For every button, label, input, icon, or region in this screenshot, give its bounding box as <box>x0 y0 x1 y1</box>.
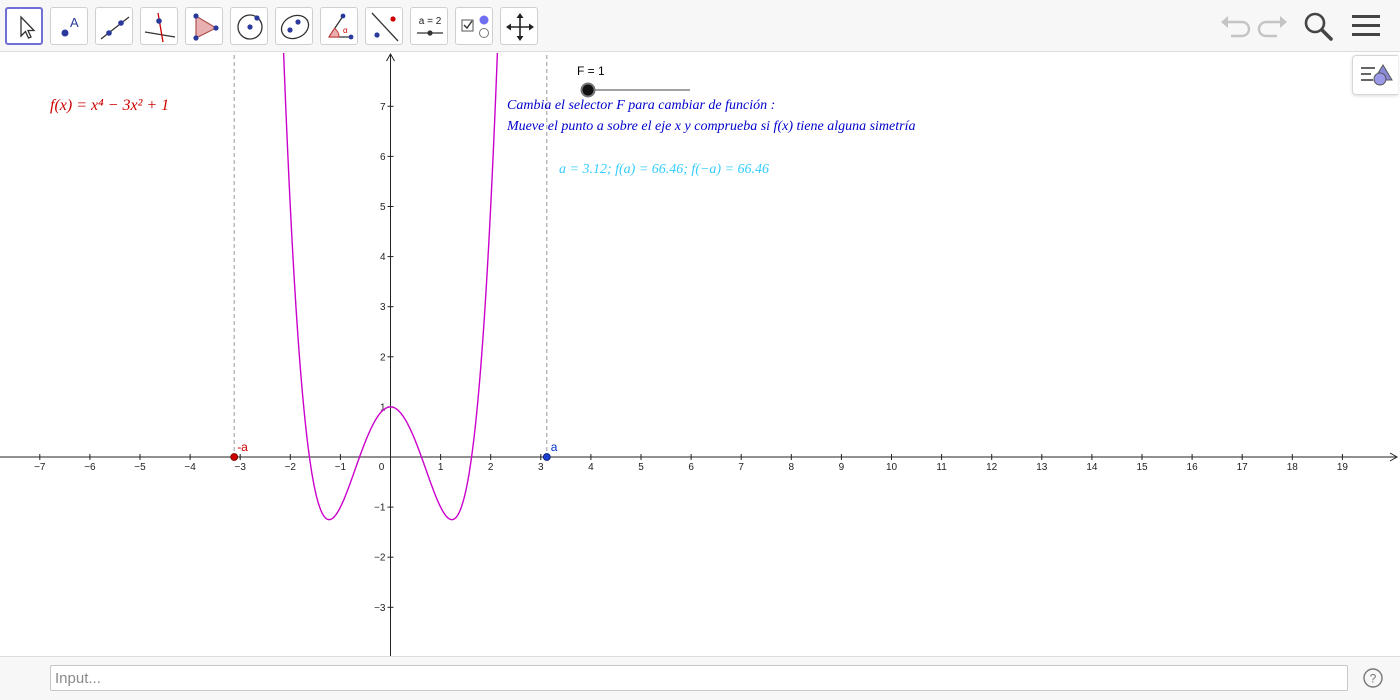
x-tick-label: −3 <box>234 462 246 473</box>
instruction-line-2: Mueve el punto a sobre el eje x y compru… <box>506 119 915 134</box>
x-tick-label: −2 <box>285 462 297 473</box>
x-tick-label: 13 <box>1036 462 1048 473</box>
graphics-style-icon <box>1361 64 1393 86</box>
help-icon[interactable]: ? <box>1362 667 1384 689</box>
y-tick-label: −2 <box>374 553 386 564</box>
y-tick-label: 5 <box>380 202 386 213</box>
polygon-tool-button[interactable] <box>185 7 223 45</box>
point-label-icon: A <box>61 15 79 37</box>
ellipse-icon <box>280 14 310 40</box>
perpendicular-line-tool-button[interactable] <box>140 7 178 45</box>
point-a-label: a <box>551 440 558 454</box>
x-tick-label: 16 <box>1187 462 1199 473</box>
search-icon <box>1304 12 1333 41</box>
menu-icon <box>1352 15 1380 36</box>
x-tick-label: −4 <box>184 462 196 473</box>
checkbox-tool-button[interactable] <box>455 7 493 45</box>
y-tick-label: 4 <box>380 252 386 263</box>
x-tick-label: 0 <box>379 462 385 473</box>
x-tick-label: 10 <box>886 462 898 473</box>
x-tick-label: 4 <box>588 462 594 473</box>
slider-tool-label: a = 2 <box>419 16 442 27</box>
x-tick-label: 17 <box>1237 462 1249 473</box>
arrow-cursor-icon <box>20 15 36 39</box>
svg-text:A: A <box>70 15 79 30</box>
reflect-tool-button[interactable] <box>365 7 403 45</box>
move-graphics-view-tool-button[interactable] <box>500 7 538 45</box>
instruction-line-1: Cambia el selector F para cambiar de fun… <box>507 98 775 113</box>
x-tick-label: 7 <box>738 462 744 473</box>
y-tick-label: 2 <box>380 352 386 363</box>
values-text: a = 3.12; f(a) = 66.46; f(−a) = 66.46 <box>559 162 769 177</box>
angle-icon: α <box>328 13 354 40</box>
x-tick-label: −6 <box>84 462 96 473</box>
circle-center-point-icon <box>237 14 263 40</box>
x-tick-label: 14 <box>1086 462 1098 473</box>
redo-button[interactable] <box>1255 9 1291 43</box>
svg-text:α: α <box>343 26 348 35</box>
y-tick-label: −1 <box>374 503 386 514</box>
x-tick-label: 15 <box>1136 462 1148 473</box>
move-arrows-icon <box>506 13 534 41</box>
search-button[interactable] <box>1301 9 1337 43</box>
y-tick-label: −3 <box>374 603 386 614</box>
svg-text:?: ? <box>1370 672 1377 686</box>
x-tick-label: 12 <box>986 462 998 473</box>
x-tick-label: 1 <box>438 462 444 473</box>
y-tick-label: 7 <box>380 102 386 113</box>
graphics-view[interactable]: −7 −6 −5 −4 −3 −2 −1 0 1 2 3 4 5 6 7 8 9 10 11 12 13 14 15 16 17… <box>0 53 1400 656</box>
algebra-input[interactable] <box>50 665 1348 691</box>
undo-icon <box>1221 16 1251 38</box>
x-tick-label: 8 <box>789 462 795 473</box>
function-label[interactable]: f(x) = x⁴ − 3x² + 1 <box>50 97 169 114</box>
x-tick-label: 18 <box>1287 462 1299 473</box>
undo-button[interactable] <box>1217 9 1253 43</box>
x-tick-label: −1 <box>335 462 347 473</box>
slider-F-label: F = 1 <box>577 64 605 78</box>
redo-icon <box>1257 16 1287 38</box>
x-tick-label: 5 <box>638 462 644 473</box>
x-tick-label: 11 <box>936 462 947 473</box>
perpendicular-line-icon <box>144 12 176 43</box>
toolbar: A α a = 2 <box>0 0 1400 52</box>
conic-tool-button[interactable] <box>275 7 313 45</box>
x-tick-label: 9 <box>839 462 845 473</box>
input-bar: ? <box>0 656 1400 700</box>
checkbox-icon <box>461 15 489 38</box>
angle-tool-button[interactable]: α <box>320 7 358 45</box>
y-tick-label: 6 <box>380 152 386 163</box>
x-tick-label: 2 <box>488 462 494 473</box>
point-tool-button[interactable]: A <box>50 7 88 45</box>
x-tick-label: 6 <box>688 462 694 473</box>
style-bar-toggle[interactable] <box>1352 55 1398 95</box>
y-tick-label: 3 <box>380 302 386 313</box>
circle-tool-button[interactable] <box>230 7 268 45</box>
point-neg-a-label: -a <box>237 440 248 454</box>
slider-F[interactable]: F = 1 <box>577 64 690 98</box>
x-tick-label: 19 <box>1337 462 1349 473</box>
point-a[interactable] <box>542 453 551 461</box>
x-tick-label: 3 <box>538 462 544 473</box>
slider-F-handle[interactable] <box>580 82 596 98</box>
slider-tool-button[interactable]: a = 2 <box>410 7 448 45</box>
line-through-points-icon <box>100 16 130 40</box>
menu-button[interactable] <box>1348 9 1384 43</box>
triangle-polygon-icon <box>193 13 219 41</box>
slider-icon: a = 2 <box>417 16 443 36</box>
point-neg-a[interactable] <box>230 453 239 461</box>
reflect-line-icon <box>371 12 399 42</box>
line-tool-button[interactable] <box>95 7 133 45</box>
move-tool-button[interactable] <box>5 7 43 45</box>
x-tick-label: −7 <box>34 462 46 473</box>
x-tick-label: −5 <box>134 462 146 473</box>
